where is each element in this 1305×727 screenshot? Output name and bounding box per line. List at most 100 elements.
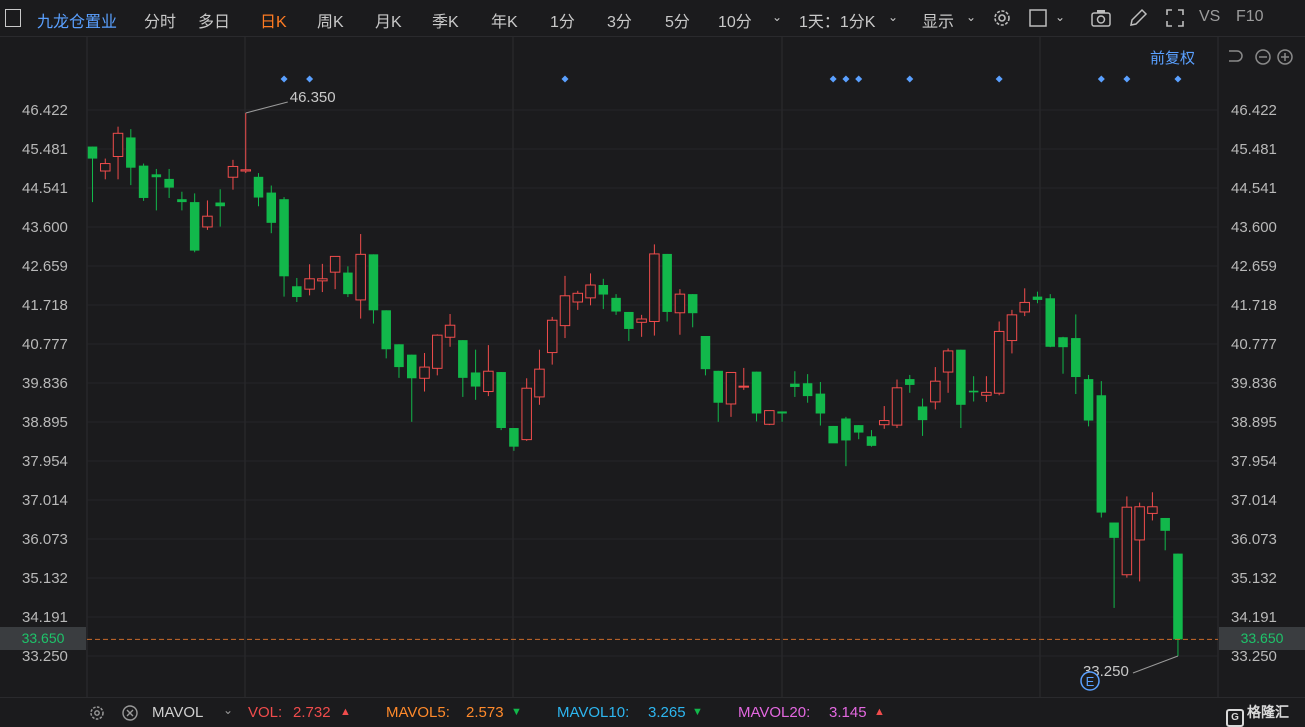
indicator-name[interactable]: MAVOL xyxy=(152,704,203,721)
camera-icon[interactable] xyxy=(1090,7,1112,29)
tab-quarterly-k[interactable]: 季K xyxy=(432,8,459,32)
candle-body xyxy=(189,202,200,251)
display-menu[interactable]: 显示 xyxy=(922,8,954,32)
y-tick-label-left: 39.836 xyxy=(22,375,68,392)
y-tick-label-left: 40.777 xyxy=(22,336,68,353)
tab-10min[interactable]: 10分 xyxy=(718,8,752,32)
candle-body xyxy=(394,344,404,368)
y-tick-label-right: 36.073 xyxy=(1231,531,1277,548)
candle-body xyxy=(279,199,289,277)
vs-button[interactable]: VS xyxy=(1199,8,1220,26)
f10-button[interactable]: F10 xyxy=(1236,8,1264,26)
y-tick-label-right: 33.250 xyxy=(1231,648,1277,665)
chart-controls xyxy=(1229,49,1293,65)
vol-value: 2.732 xyxy=(293,704,331,721)
y-tick-label-left: 35.132 xyxy=(22,570,68,587)
mavol20-value: 3.145 xyxy=(829,704,867,721)
y-tick-label-right: 41.718 xyxy=(1231,297,1277,314)
candle-body xyxy=(751,371,762,414)
tab-yearly-k[interactable]: 年K xyxy=(491,8,518,32)
candles xyxy=(87,112,1183,656)
arrow-down-icon: ▼ xyxy=(692,706,703,718)
pencil-icon[interactable] xyxy=(1127,7,1149,29)
candle-body xyxy=(355,253,366,301)
y-tick-label-left: 37.014 xyxy=(22,492,68,509)
candle-body xyxy=(687,294,698,314)
candle-body xyxy=(444,324,456,338)
gear-icon[interactable] xyxy=(991,7,1013,29)
candle-body xyxy=(611,297,621,312)
tab-intraday[interactable]: 分时 xyxy=(144,8,176,32)
y-tick-label-left: 41.718 xyxy=(22,297,68,314)
toolbar: 九龙仓置业 分时 多日 日K 周K 月K 季K 年K 1分 3分 5分 10分 … xyxy=(0,0,1305,37)
candle-body xyxy=(407,354,417,379)
y-tick-label-right: 38.895 xyxy=(1231,414,1277,431)
tab-daily-k[interactable]: 日K xyxy=(260,8,287,32)
fullscreen-icon[interactable] xyxy=(1164,7,1186,29)
candle-body xyxy=(968,390,979,393)
chevron-down-icon[interactable]: ⌄ xyxy=(223,703,233,717)
candlestick-chart[interactable]: 46.422 45.481 44.541 43.600 42.659 41.718 40.7… xyxy=(0,37,1305,697)
mavol10-label: MAVOL10: xyxy=(557,704,630,721)
tab-1min[interactable]: 1分 xyxy=(550,8,575,32)
close-icon[interactable] xyxy=(121,704,139,722)
candle-body xyxy=(177,199,187,203)
candle-body xyxy=(764,410,775,425)
candle-body xyxy=(164,178,174,188)
reset-icon[interactable] xyxy=(1229,50,1243,62)
tab-multiday[interactable]: 多日 xyxy=(198,8,230,32)
event-e-label: E xyxy=(1086,674,1095,689)
candle-body xyxy=(432,334,443,369)
range-select[interactable]: 1天：1分K xyxy=(799,8,875,32)
tab-monthly-k[interactable]: 月K xyxy=(375,8,402,32)
candle-body xyxy=(368,254,379,311)
y-tick-label-left: 45.481 xyxy=(22,141,68,158)
candle-body xyxy=(381,310,391,350)
candle-body xyxy=(1147,506,1158,514)
candle-body xyxy=(215,202,225,207)
event-marker-icon xyxy=(855,75,863,83)
chevron-down-icon[interactable]: ⌄ xyxy=(772,10,782,24)
candle-body xyxy=(713,370,723,403)
candle-body xyxy=(853,425,864,433)
y-tick-label-left: 34.191 xyxy=(22,609,68,626)
candle-body xyxy=(891,387,903,426)
candle-body xyxy=(1083,379,1094,421)
chevron-down-icon[interactable]: ⌄ xyxy=(888,10,898,24)
candle-body xyxy=(419,366,430,379)
candle-body xyxy=(942,350,954,373)
tab-weekly-k[interactable]: 周K xyxy=(317,8,344,32)
sidebar-toggle-icon[interactable] xyxy=(5,9,21,27)
chevron-down-icon[interactable]: ⌄ xyxy=(966,10,976,24)
y-tick-label-left: 36.073 xyxy=(22,531,68,548)
candle-body xyxy=(534,368,545,398)
candle-body xyxy=(304,278,315,290)
tab-3min[interactable]: 3分 xyxy=(607,8,632,32)
candle-body xyxy=(572,292,584,303)
candle-body xyxy=(521,387,532,441)
candle-body xyxy=(738,385,750,388)
event-marker-icon xyxy=(306,75,314,83)
tab-5min[interactable]: 5分 xyxy=(665,8,690,32)
square-select-icon[interactable] xyxy=(1028,7,1050,29)
chevron-down-icon[interactable]: ⌄ xyxy=(1055,10,1065,24)
candle-body xyxy=(240,169,251,172)
event-marker-icon xyxy=(829,75,837,83)
gear-icon[interactable] xyxy=(88,704,106,722)
candle-body xyxy=(1071,338,1081,378)
candle-body xyxy=(802,383,813,397)
candle-body xyxy=(343,272,353,295)
mavol10-value: 3.265 xyxy=(648,704,686,721)
high-price-label: 46.350 xyxy=(290,89,336,106)
candle-body xyxy=(585,284,596,299)
candle-body xyxy=(1173,553,1183,640)
candle-body xyxy=(329,255,341,273)
stock-title[interactable]: 九龙仓置业 xyxy=(37,8,117,32)
adjust-mode-label[interactable]: 前复权 xyxy=(1150,47,1195,68)
brand-logo: G 格隆汇 xyxy=(1226,702,1289,727)
y-tick-label-right: 45.481 xyxy=(1231,141,1277,158)
y-tick-label-left: 46.422 xyxy=(22,102,68,119)
candle-body xyxy=(777,411,787,414)
indicator-bar: MAVOL ⌄ VOL: 2.732 ▲ MAVOL5: 2.573 ▼ MAV… xyxy=(0,697,1305,727)
y-tick-label-right: 39.836 xyxy=(1231,375,1277,392)
